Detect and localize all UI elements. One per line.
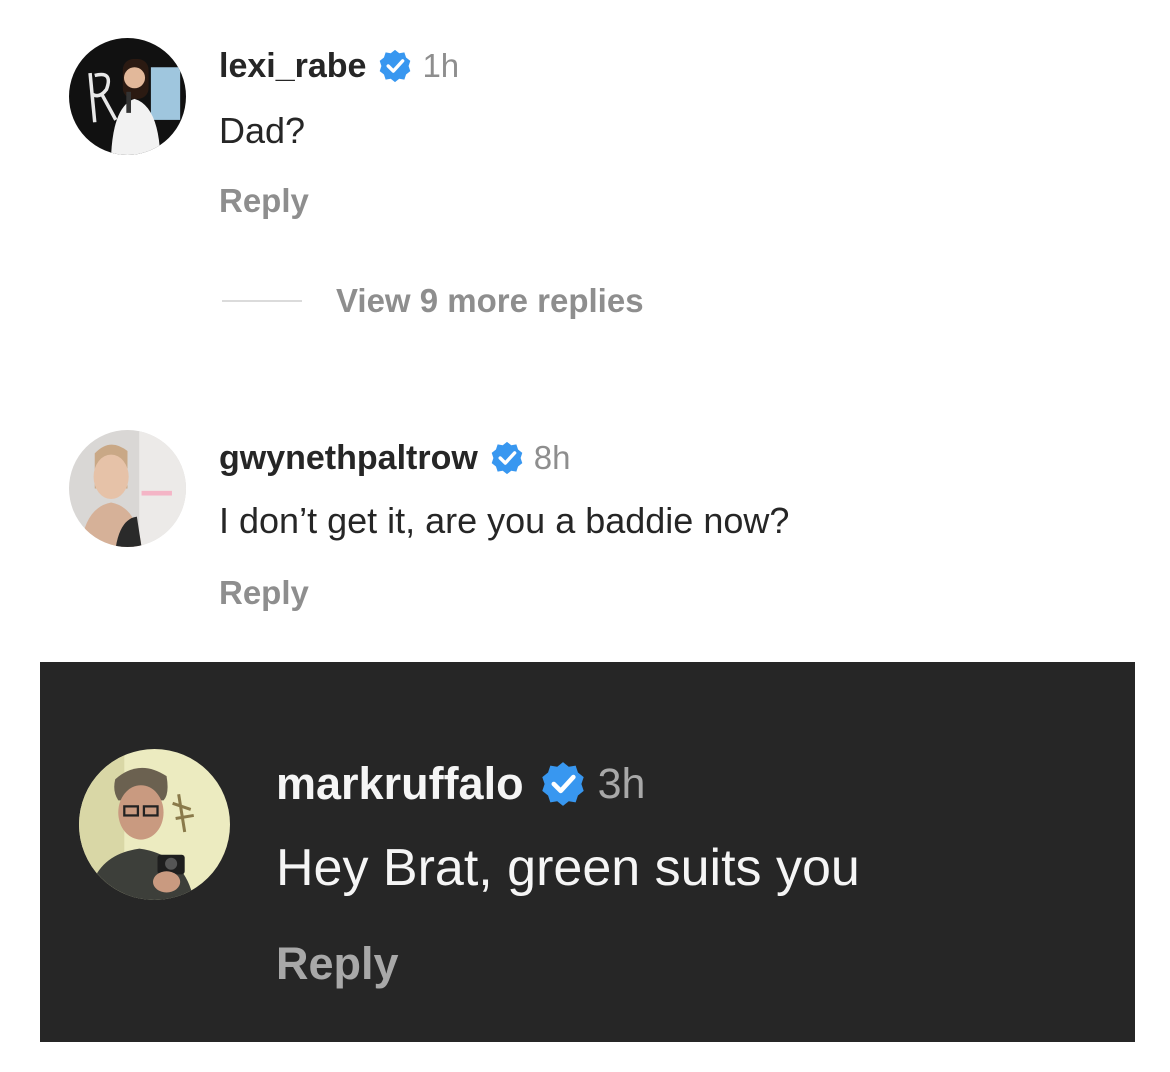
avatar[interactable] xyxy=(69,430,186,547)
verified-badge-icon xyxy=(490,441,524,475)
comment-time: 8h xyxy=(533,439,571,476)
reply-button[interactable]: Reply xyxy=(219,574,309,612)
comment-header: gwynethpaltrow 8h xyxy=(219,436,571,480)
highlighted-comment-panel: markruffalo 3h Hey Brat, green suits you… xyxy=(40,662,1135,1042)
username[interactable]: gwynethpaltrow xyxy=(219,439,478,478)
view-more-replies-button[interactable]: View 9 more replies xyxy=(222,282,644,320)
reply-button[interactable]: Reply xyxy=(219,182,309,220)
verified-badge-icon xyxy=(540,761,586,807)
comment-text: Dad? xyxy=(219,110,306,151)
comment-time: 3h xyxy=(597,759,646,808)
divider-line xyxy=(222,300,302,302)
comments-screen: lexi_rabe 1h Dad? Reply View 9 more repl… xyxy=(0,0,1170,1072)
username[interactable]: lexi_rabe xyxy=(219,47,366,86)
comment-time: 1h xyxy=(422,47,460,84)
comment-text: Hey Brat, green suits you xyxy=(276,839,860,897)
username[interactable]: markruffalo xyxy=(276,758,524,810)
comment-header: markruffalo 3h xyxy=(276,756,645,812)
avatar[interactable] xyxy=(79,749,230,900)
avatar[interactable] xyxy=(69,38,186,155)
comment-header: lexi_rabe 1h xyxy=(219,44,459,88)
verified-badge-icon xyxy=(378,49,412,83)
reply-button[interactable]: Reply xyxy=(276,938,399,990)
view-more-replies-label: View 9 more replies xyxy=(336,282,644,319)
comment-text: I don’t get it, are you a baddie now? xyxy=(219,500,790,541)
